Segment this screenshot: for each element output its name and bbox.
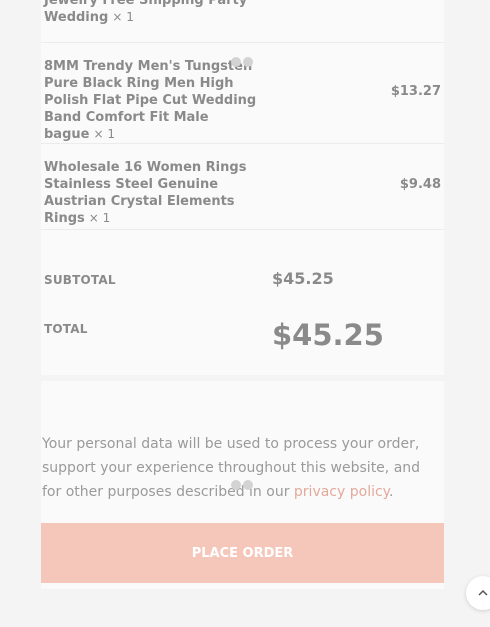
loading-dots-icon — [231, 55, 255, 69]
table-row: Wholesale 16 Women Rings Stainless Steel… — [41, 143, 444, 230]
chevron-up-icon — [478, 589, 488, 596]
product-name: Jewelry Free Shipping Party Wedding × 1 — [44, 0, 248, 25]
loading-dots-icon — [231, 478, 255, 492]
total-label: TOTAL — [44, 322, 88, 336]
order-review-table: Jewelry Free Shipping Party Wedding × 1 8… — [41, 0, 444, 375]
product-name: Wholesale 16 Women Rings Stainless Steel… — [44, 160, 247, 226]
privacy-policy-link[interactable]: privacy policy — [294, 484, 389, 500]
scroll-to-top-button[interactable] — [466, 576, 490, 610]
product-quantity: × 1 — [88, 211, 111, 225]
product-name: 8MM Trendy Men's Tungsten Pure Black Rin… — [44, 59, 257, 142]
product-price: $9.48 — [399, 177, 441, 192]
total-value: $45.25 — [272, 318, 384, 352]
place-order-section: Your personal data will be used to proce… — [41, 381, 444, 589]
table-row: Jewelry Free Shipping Party Wedding × 1 — [41, 0, 444, 43]
checkout-panel: Jewelry Free Shipping Party Wedding × 1 8… — [0, 0, 490, 627]
place-order-button[interactable]: PLACE ORDER — [41, 523, 444, 583]
subtotal-value: $45.25 — [272, 269, 334, 288]
privacy-notice: Your personal data will be used to proce… — [42, 436, 421, 500]
product-price: $13.27 — [390, 84, 441, 99]
subtotal-label: SUBTOTAL — [44, 273, 116, 287]
product-quantity: × 1 — [112, 10, 134, 24]
product-quantity: × 1 — [93, 127, 115, 141]
